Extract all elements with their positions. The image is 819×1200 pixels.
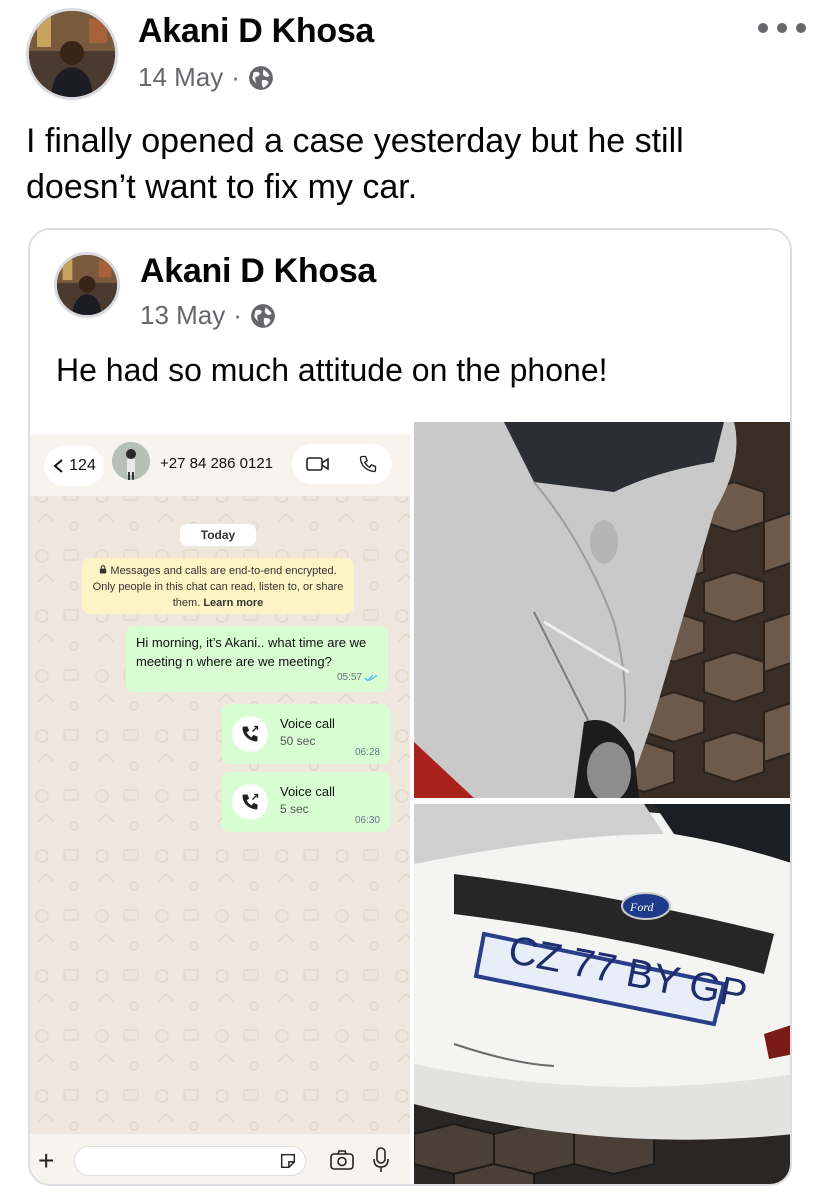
call-duration: 5 sec bbox=[280, 802, 309, 816]
post-header: Akani D Khosa 14 May · bbox=[26, 8, 806, 103]
car-door-photo[interactable] bbox=[414, 422, 790, 798]
globe-icon bbox=[251, 303, 275, 328]
dot-icon bbox=[777, 23, 787, 33]
shared-post-meta: 13 May · bbox=[140, 300, 276, 331]
call-title: Voice call bbox=[280, 784, 335, 799]
more-options-button[interactable] bbox=[758, 16, 806, 40]
phone-status-bar bbox=[30, 422, 410, 434]
ford-logo: Ford bbox=[629, 900, 655, 914]
car-rear-plate-photo[interactable]: CZ 77 BY GP Ford bbox=[414, 804, 790, 1184]
outgoing-call-icon bbox=[232, 784, 268, 820]
post-meta: 14 May · bbox=[138, 62, 274, 93]
call-duration: 50 sec bbox=[280, 734, 316, 748]
whatsapp-screenshot-photo[interactable]: 124 +27 84 286 0121 Today Messages and c… bbox=[30, 422, 410, 1184]
shared-post-date[interactable]: 13 May bbox=[140, 300, 225, 331]
message-timestamp: 05:57 bbox=[337, 668, 378, 687]
call-timestamp: 06:28 bbox=[354, 747, 380, 758]
outgoing-call-icon bbox=[232, 716, 268, 752]
meta-separator: · bbox=[233, 300, 242, 330]
message-text: Hi morning, it’s Akani.. what time are w… bbox=[136, 635, 367, 669]
shared-post-header: Akani D Khosa 13 May · bbox=[54, 252, 754, 342]
media-grid: 124 +27 84 286 0121 Today Messages and c… bbox=[30, 422, 790, 1184]
call-actions bbox=[292, 444, 392, 484]
author-avatar[interactable] bbox=[26, 8, 118, 100]
microphone-icon[interactable] bbox=[372, 1147, 390, 1173]
message-input[interactable] bbox=[74, 1146, 306, 1176]
date-divider: Today bbox=[180, 524, 256, 546]
encryption-notice: Messages and calls are end-to-end encryp… bbox=[82, 558, 354, 614]
shared-post-card[interactable]: Akani D Khosa 13 May · He had so much at… bbox=[28, 228, 792, 1186]
author-name[interactable]: Akani D Khosa bbox=[138, 12, 374, 51]
phone-icon[interactable] bbox=[358, 454, 378, 474]
chevron-left-icon bbox=[53, 459, 63, 473]
globe-icon bbox=[249, 65, 273, 90]
shared-author-name[interactable]: Akani D Khosa bbox=[140, 252, 376, 291]
dot-icon bbox=[796, 23, 806, 33]
call-bubble[interactable]: Voice call 5 sec 06:30 bbox=[222, 772, 390, 832]
post-date[interactable]: 14 May bbox=[138, 62, 223, 93]
video-call-icon[interactable] bbox=[306, 456, 330, 472]
sticker-icon[interactable] bbox=[279, 1152, 297, 1170]
camera-icon[interactable] bbox=[330, 1149, 354, 1171]
post-text: I finally opened a case yesterday but he… bbox=[26, 122, 684, 206]
chat-input-bar: + bbox=[30, 1134, 410, 1184]
shared-post-text: He had so much attitude on the phone! bbox=[56, 352, 608, 388]
contact-number[interactable]: +27 84 286 0121 bbox=[160, 455, 273, 472]
message-bubble[interactable]: Hi morning, it’s Akani.. what time are w… bbox=[126, 626, 388, 692]
plus-icon[interactable]: + bbox=[38, 1147, 54, 1175]
call-bubble[interactable]: Voice call 50 sec 06:28 bbox=[222, 704, 390, 764]
message-time: 05:57 bbox=[336, 672, 362, 683]
back-button[interactable]: 124 bbox=[44, 446, 104, 486]
meta-separator: · bbox=[231, 62, 240, 92]
shared-author-avatar[interactable] bbox=[54, 252, 120, 318]
lock-icon bbox=[100, 565, 107, 574]
call-title: Voice call bbox=[280, 716, 335, 731]
call-timestamp: 06:30 bbox=[354, 815, 380, 826]
double-check-icon bbox=[364, 674, 378, 682]
unread-count: 124 bbox=[69, 457, 96, 474]
learn-more-link[interactable]: Learn more bbox=[203, 597, 263, 609]
contact-avatar[interactable] bbox=[112, 442, 150, 480]
dot-icon bbox=[758, 23, 768, 33]
